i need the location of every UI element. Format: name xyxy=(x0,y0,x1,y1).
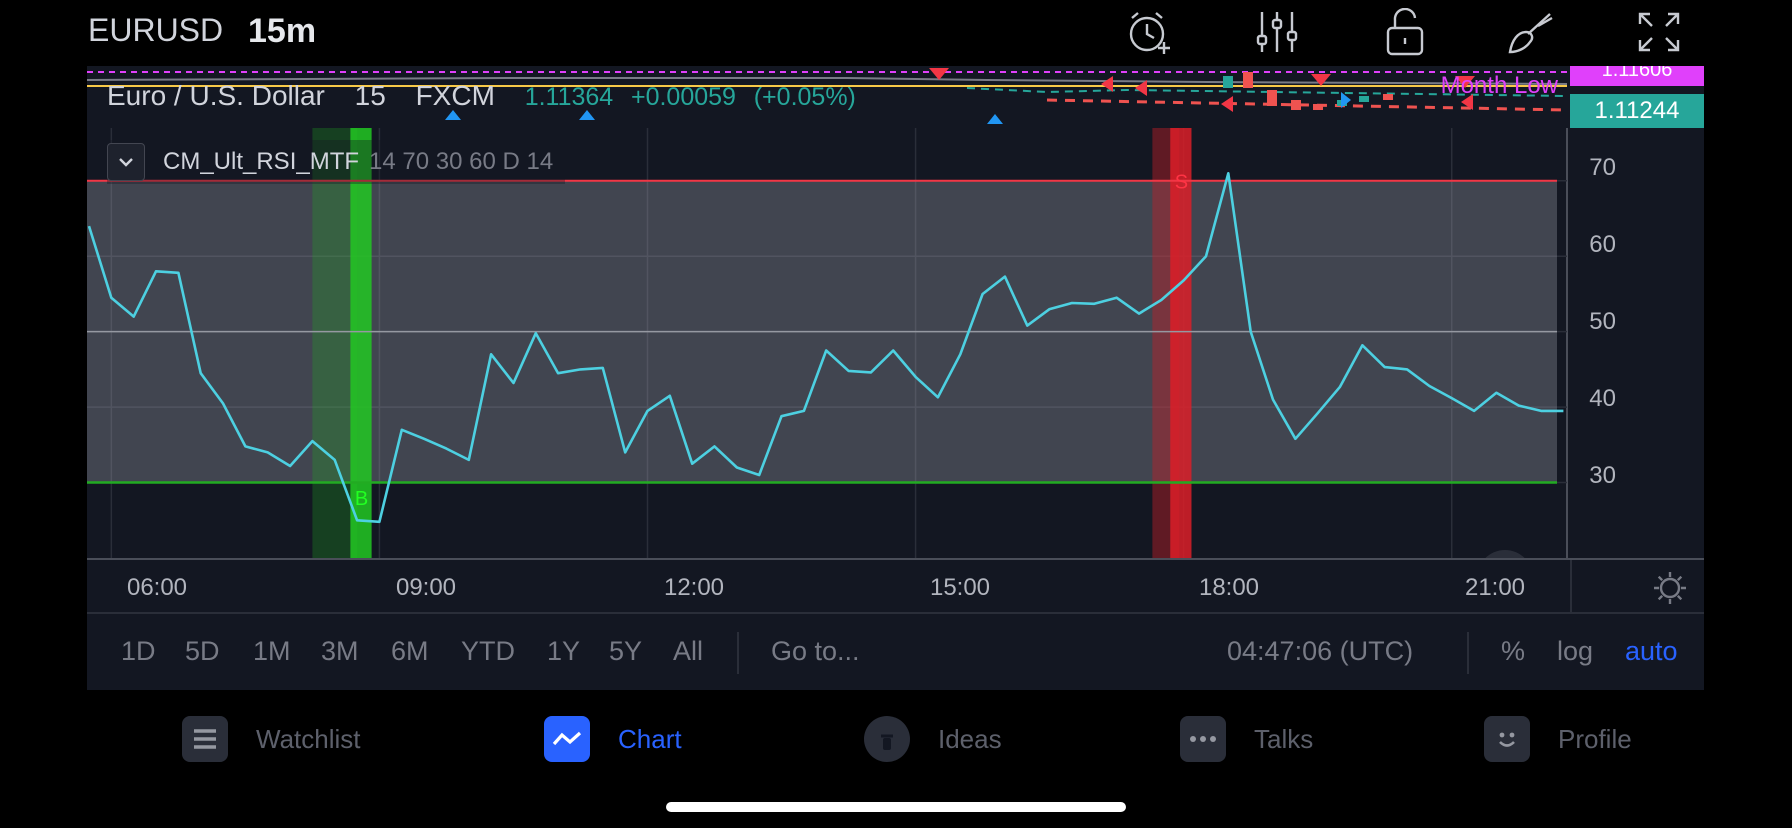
nav-watchlist[interactable]: Watchlist xyxy=(182,716,361,762)
month-low-label: Month Low xyxy=(1440,72,1558,99)
range-1y[interactable]: 1Y xyxy=(547,636,580,667)
y-tick-label: 50 xyxy=(1589,308,1616,335)
rsi-pane[interactable]: BS CM_Ult_RSI_MTF 14 70 30 60 D 14 70 60… xyxy=(87,128,1704,606)
range-3m[interactable]: 3M xyxy=(321,636,359,667)
top-bar: EURUSD 15m xyxy=(0,0,1792,66)
legend-source: FXCM xyxy=(415,80,495,111)
price-tag-month-low: 1.11606 xyxy=(1570,66,1704,86)
axis-divider xyxy=(1570,560,1572,614)
indicators-settings-icon[interactable] xyxy=(1252,8,1302,56)
legend-change-pct: (+0.05%) xyxy=(753,83,856,111)
indicator-name: CM_Ult_RSI_MTF xyxy=(163,148,360,175)
legend-title: Euro / U.S. Dollar xyxy=(107,80,325,111)
nav-label: Ideas xyxy=(938,723,1002,754)
sell-signal-label: S xyxy=(1175,171,1188,193)
legend-interval: 15 xyxy=(354,80,386,111)
y-tick-label: 30 xyxy=(1589,462,1616,489)
chevron-down-icon xyxy=(119,158,133,167)
divider xyxy=(1467,632,1469,674)
symbol-legend[interactable]: Euro / U.S. Dollar 15 FXCM 1.11364 +0.00… xyxy=(107,80,866,112)
collapse-legend-button[interactable] xyxy=(107,143,145,181)
lock-icon[interactable] xyxy=(1380,7,1430,56)
home-indicator xyxy=(666,802,1126,812)
divider xyxy=(737,632,739,674)
x-tick-label: 21:00 xyxy=(1464,574,1526,601)
x-tick-label: 18:00 xyxy=(1198,574,1260,601)
y-tick-label: 60 xyxy=(1589,231,1616,258)
auto-toggle[interactable]: auto xyxy=(1625,636,1678,667)
symbol-name[interactable]: EURUSD xyxy=(88,12,223,49)
x-tick-label: 12:00 xyxy=(663,574,725,601)
fullscreen-icon[interactable] xyxy=(1634,8,1684,56)
nav-label: Watchlist xyxy=(256,723,361,754)
legend-change: +0.00059 xyxy=(630,83,736,111)
nav-talks[interactable]: Talks xyxy=(1180,716,1313,762)
goto-button[interactable]: Go to... xyxy=(771,636,860,667)
percent-toggle[interactable]: % xyxy=(1501,636,1525,667)
rsi-chart: BS xyxy=(87,128,1568,558)
buy-signal-label: B xyxy=(355,488,368,510)
x-tick-label: 09:00 xyxy=(395,574,457,601)
range-ytd[interactable]: YTD xyxy=(461,636,515,667)
range-1d[interactable]: 1D xyxy=(121,636,156,667)
nav-chart[interactable]: Chart xyxy=(544,716,682,762)
drawing-brush-icon[interactable] xyxy=(1506,8,1556,56)
y-tick-label: 70 xyxy=(1589,154,1616,181)
alarm-add-icon[interactable] xyxy=(1124,8,1174,56)
time-axis[interactable]: 06:00 09:00 12:00 15:00 18:00 21:00 xyxy=(87,558,1704,614)
range-5d[interactable]: 5D xyxy=(185,636,220,667)
bottom-nav: Watchlist Chart Ideas Talks Profile xyxy=(0,690,1792,828)
x-tick-label: 15:00 xyxy=(929,574,991,601)
price-pane[interactable]: Euro / U.S. Dollar 15 FXCM 1.11364 +0.00… xyxy=(87,66,1704,128)
range-5y[interactable]: 5Y xyxy=(609,636,642,667)
range-6m[interactable]: 6M xyxy=(391,636,429,667)
legend-last-price: 1.11364 xyxy=(524,83,614,111)
nav-label: Chart xyxy=(618,723,682,754)
range-all[interactable]: All xyxy=(673,636,703,667)
indicator-params: 14 70 30 60 D 14 xyxy=(369,148,554,175)
x-tick-label: 06:00 xyxy=(126,574,188,601)
price-tag-last: 1.11244 xyxy=(1570,94,1704,128)
chart-area[interactable]: Euro / U.S. Dollar 15 FXCM 1.11364 +0.00… xyxy=(87,66,1704,692)
talks-icon xyxy=(1180,716,1226,762)
nav-ideas[interactable]: Ideas xyxy=(864,716,1002,762)
chart-icon xyxy=(544,716,590,762)
log-toggle[interactable]: log xyxy=(1557,636,1593,667)
y-tick-label: 40 xyxy=(1589,385,1616,412)
range-1m[interactable]: 1M xyxy=(253,636,291,667)
nav-profile[interactable]: Profile xyxy=(1484,716,1632,762)
profile-icon xyxy=(1484,716,1530,762)
watchlist-icon xyxy=(182,716,228,762)
indicator-legend[interactable]: CM_Ult_RSI_MTF 14 70 30 60 D 14 xyxy=(107,140,566,184)
utc-clock[interactable]: 04:47:06 (UTC) xyxy=(1227,636,1413,667)
interval-selector[interactable]: 15m xyxy=(248,12,316,51)
nav-label: Talks xyxy=(1254,723,1314,754)
gear-icon[interactable] xyxy=(1650,568,1690,608)
range-bar: 1D 5D 1M 3M 6M YTD 1Y 5Y All Go to... 04… xyxy=(87,612,1704,692)
ideas-icon xyxy=(864,716,910,762)
nav-label: Profile xyxy=(1558,723,1632,754)
